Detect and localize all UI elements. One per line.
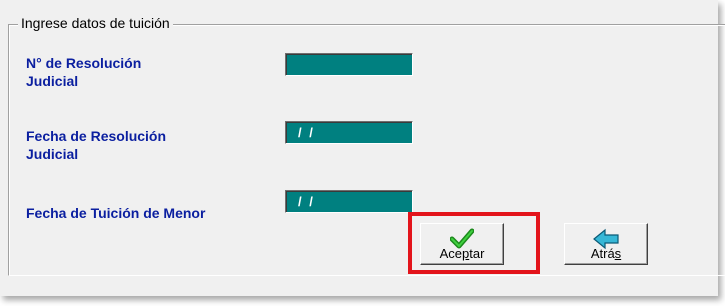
back-button[interactable]: Atrás <box>564 223 648 265</box>
custody-date-label: Fecha de Tuición de Menor <box>26 204 205 222</box>
custody-date-input[interactable]: / / <box>285 190 413 213</box>
custody-date-label-line1: Fecha de Tuición de Menor <box>26 205 206 221</box>
resolution-number-input[interactable] <box>285 53 413 76</box>
back-button-label: Atrás <box>590 246 622 261</box>
group-title: Ingrese datos de tuición <box>18 14 173 32</box>
resolution-date-input[interactable]: / / <box>285 121 413 144</box>
resolution-number-label-line1: N° de Resolución <box>26 55 142 71</box>
resolution-number-label: N° de Resolución Judicial <box>26 54 141 90</box>
resolution-date-label: Fecha de Resolución Judicial <box>26 127 166 163</box>
accept-highlight-box <box>408 212 540 274</box>
dialog-window: Ingrese datos de tuición N° de Resolució… <box>0 0 725 296</box>
resolution-date-label-line2: Judicial <box>26 146 79 162</box>
resolution-date-label-line1: Fecha de Resolución <box>26 128 167 144</box>
resolution-number-label-line2: Judicial <box>26 73 79 89</box>
